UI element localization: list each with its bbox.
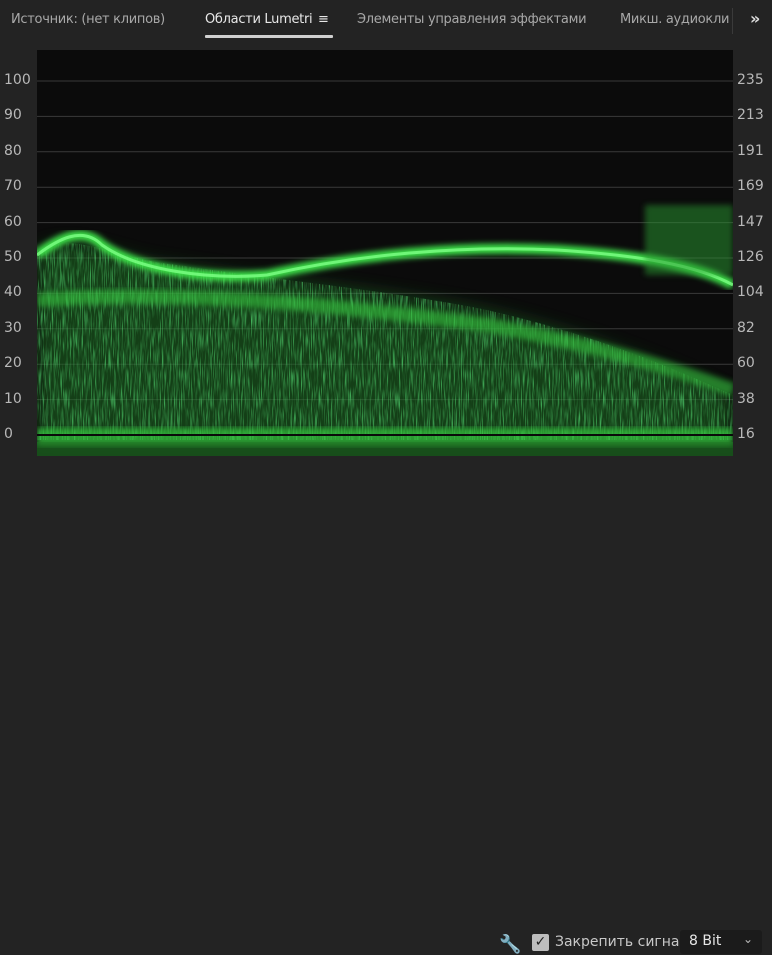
ire-scale-label: 30 [4,319,22,336]
waveform-scope [37,50,733,456]
chevron-down-icon: ⌄ [742,932,753,946]
code-scale-label: 60 [737,355,755,372]
code-scale-label: 104 [737,284,764,301]
ire-scale-label: 100 [4,72,31,88]
ire-scale-label: 20 [4,355,22,372]
bit-depth-select[interactable]: 8 Bit ⌄ [680,930,762,954]
ire-scale-label: 50 [4,249,22,265]
ire-scale-label: 70 [4,178,22,195]
ire-scale-label: 40 [4,284,22,301]
hamburger-icon[interactable]: ≡ [318,12,329,27]
code-scale-label: 235 [737,72,764,88]
code-scale-label: 191 [737,142,764,159]
ire-scale-label: 60 [4,213,22,230]
ire-scale-label: 10 [4,390,22,407]
ire-scale-label: 80 [4,142,22,159]
tab-audio-clip-mixer[interactable]: Микш. аудиокли [620,12,729,27]
code-scale-label: 126 [737,249,764,265]
tab-lumetri-scopes[interactable]: Области Lumetri [205,12,313,27]
code-scale-label: 169 [737,178,764,195]
lock-signal-checkbox[interactable]: ✓ [532,934,549,951]
code-scale-label: 82 [737,319,755,336]
tab-source[interactable]: Источник: (нет клипов) [11,12,165,27]
tab-divider [732,8,733,34]
ire-scale-label: 0 [4,426,13,442]
code-scale-label: 147 [737,213,764,230]
panel-tabs: Источник: (нет клипов) Области Lumetri ≡… [0,0,772,44]
lock-signal-label: Закрепить сигнал [555,934,689,950]
tab-effect-controls[interactable]: Элементы управления эффектами [357,12,587,27]
bit-depth-value: 8 Bit [689,933,722,949]
ire-scale-label: 90 [4,107,22,124]
overflow-chevron-icon[interactable]: » [750,9,760,28]
code-scale-label: 213 [737,107,764,124]
waveform-graphic [37,80,733,456]
scope-footer: 🔧 ✓ Закрепить сигнал 8 Bit ⌄ [0,462,772,955]
wrench-settings-icon[interactable]: 🔧 [499,934,521,955]
code-scale-label: 16 [737,426,755,442]
active-tab-indicator [205,35,333,38]
code-scale-label: 38 [737,390,755,407]
